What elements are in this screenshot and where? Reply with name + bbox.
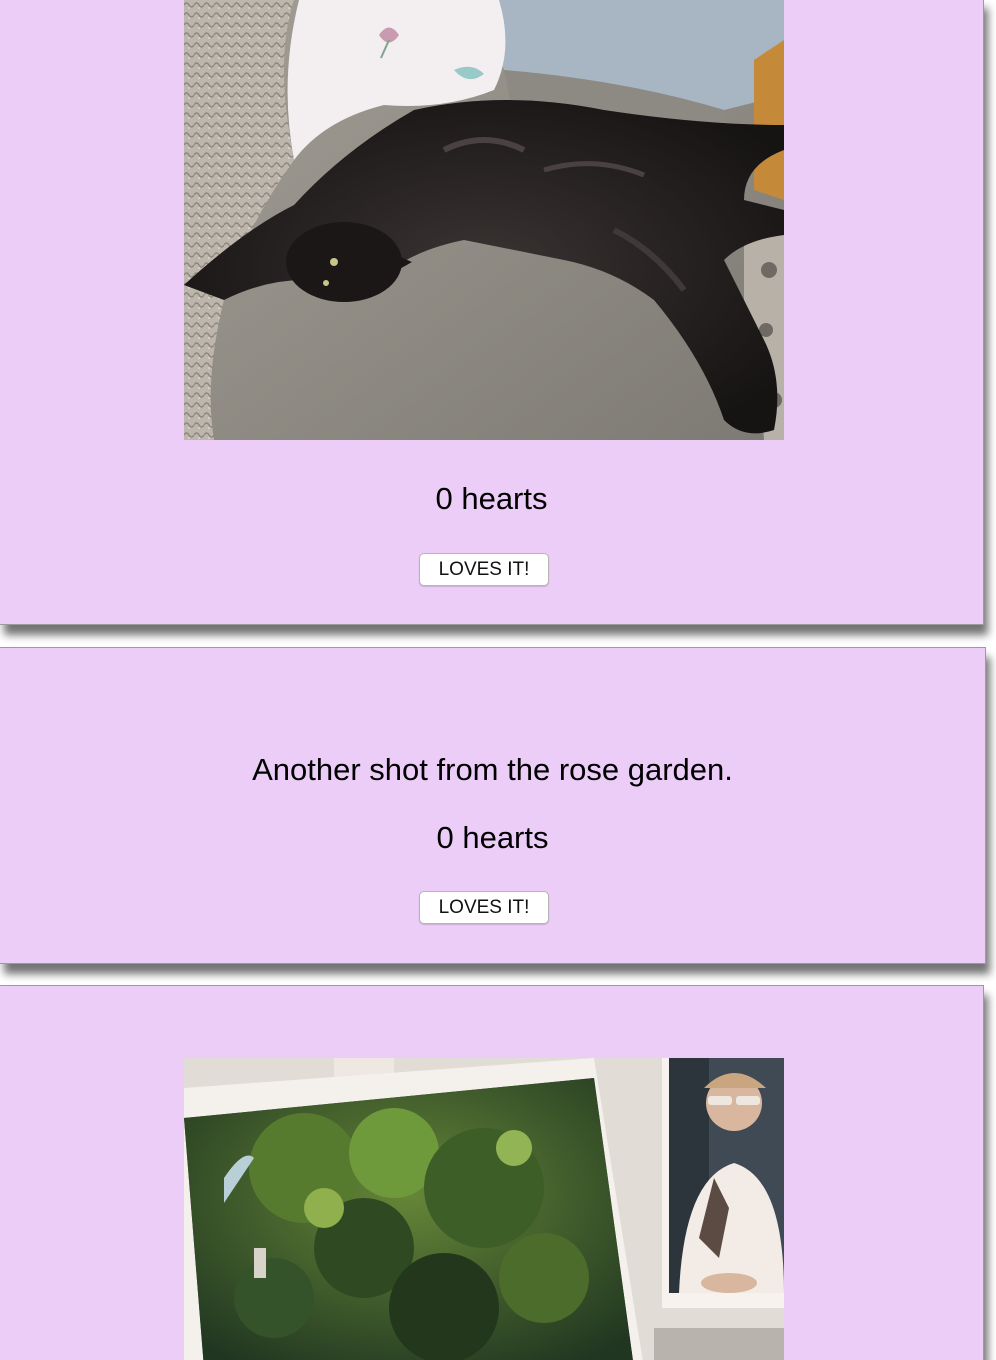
hearts-count: 0 hearts [435,481,548,516]
post-card [0,985,984,1360]
post-card: Another shot from the rose garden. 0 hea… [0,647,986,964]
post-photo-cat [184,0,784,440]
loves-it-button[interactable]: LOVES IT! [419,553,549,586]
photo-feed: 0 hearts LOVES IT! Another shot from the… [0,0,996,1360]
post-caption: Another shot from the rose garden. [252,752,733,787]
post-card: 0 hearts LOVES IT! [0,0,984,625]
loves-it-button[interactable]: LOVES IT! [419,891,549,924]
post-photo-garden [184,1058,784,1360]
hearts-count: 0 hearts [436,820,549,855]
